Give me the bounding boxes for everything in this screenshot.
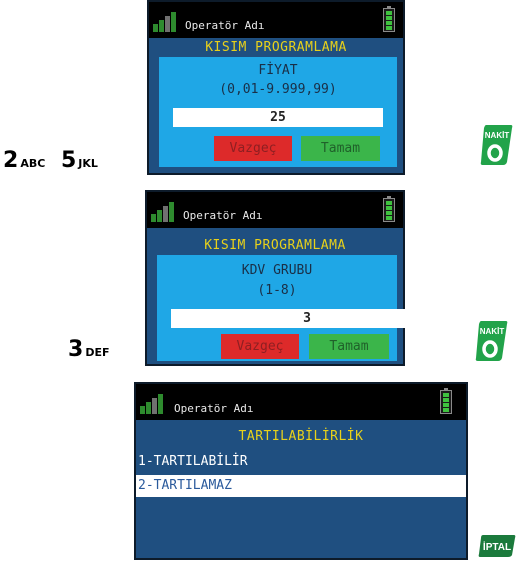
screen-weighable: Operatör Adı TARTILABİLİRLİK 1-TARTILABİ… (134, 382, 468, 560)
signal-icon (140, 392, 168, 414)
menu-item-weighable[interactable]: 1-TARTILABİLİR (136, 451, 466, 473)
signal-icon (151, 200, 179, 222)
nakit-key[interactable]: NAKİT (475, 320, 508, 362)
key-2-abc[interactable]: 2 ABC (3, 148, 45, 173)
cancel-button[interactable]: Vazgeç (214, 136, 292, 161)
field-label: FİYAT (258, 63, 298, 78)
screen-title: KISIM PROGRAMLAMA (205, 40, 347, 55)
battery-icon (440, 388, 452, 414)
status-bar: Operatör Adı (136, 384, 466, 420)
status-bar: Operatör Adı (147, 192, 403, 228)
input-panel: KDV GRUBU (1-8) 3 Vazgeç Tamam (157, 255, 443, 361)
nakit-label: NAKİT (485, 131, 510, 140)
key-digit: 5 (60, 148, 77, 173)
key-letters: JKL (78, 157, 98, 170)
iptal-label: İPTAL (483, 540, 511, 553)
key-sequence-2: 3 DEF (68, 337, 115, 362)
nakit-label: NAKİT (480, 327, 505, 336)
operator-name: Operatör Adı (183, 209, 263, 222)
key-digit: 3 (68, 337, 84, 362)
key-letters: ABC (20, 157, 46, 170)
menu-item-not-weighable[interactable]: 2-TARTILAMAZ (136, 475, 466, 497)
nakit-key[interactable]: NAKİT (480, 124, 513, 166)
operator-name: Operatör Adı (185, 19, 265, 32)
cancel-button[interactable]: Vazgeç (221, 334, 299, 359)
screen-price: Operatör Adı KISIM PROGRAMLAMA FİYAT (0,… (147, 0, 405, 175)
battery-icon (383, 196, 395, 222)
signal-icon (153, 10, 181, 32)
price-input[interactable]: 25 (173, 108, 383, 127)
screen-vat-group: Operatör Adı KISIM PROGRAMLAMA KDV GRUBU… (145, 190, 443, 366)
input-panel: FİYAT (0,01-9.999,99) 25 Vazgeç Tamam (159, 57, 397, 167)
key-letters: DEF (85, 346, 110, 359)
screen-title: KISIM PROGRAMLAMA (204, 238, 346, 253)
field-range: (1-8) (257, 283, 297, 298)
iptal-key[interactable]: İPTAL (478, 534, 516, 558)
battery-icon (383, 6, 395, 32)
key-3-def[interactable]: 3 DEF (68, 337, 109, 362)
field-label: KDV GRUBU (241, 263, 313, 278)
key-sequence-1: 2 ABC 5 JKL (3, 148, 104, 173)
ok-button[interactable]: Tamam (309, 334, 389, 359)
vat-group-input[interactable]: 3 (171, 309, 443, 328)
status-bar: Operatör Adı (149, 2, 403, 38)
key-5-jkl[interactable]: 5 JKL (61, 148, 98, 173)
field-range: (0,01-9.999,99) (219, 82, 337, 97)
ok-button[interactable]: Tamam (301, 136, 380, 161)
screen-title: TARTILABİLİRLİK (238, 429, 364, 444)
operator-name: Operatör Adı (174, 402, 254, 415)
key-digit: 2 (3, 148, 19, 173)
